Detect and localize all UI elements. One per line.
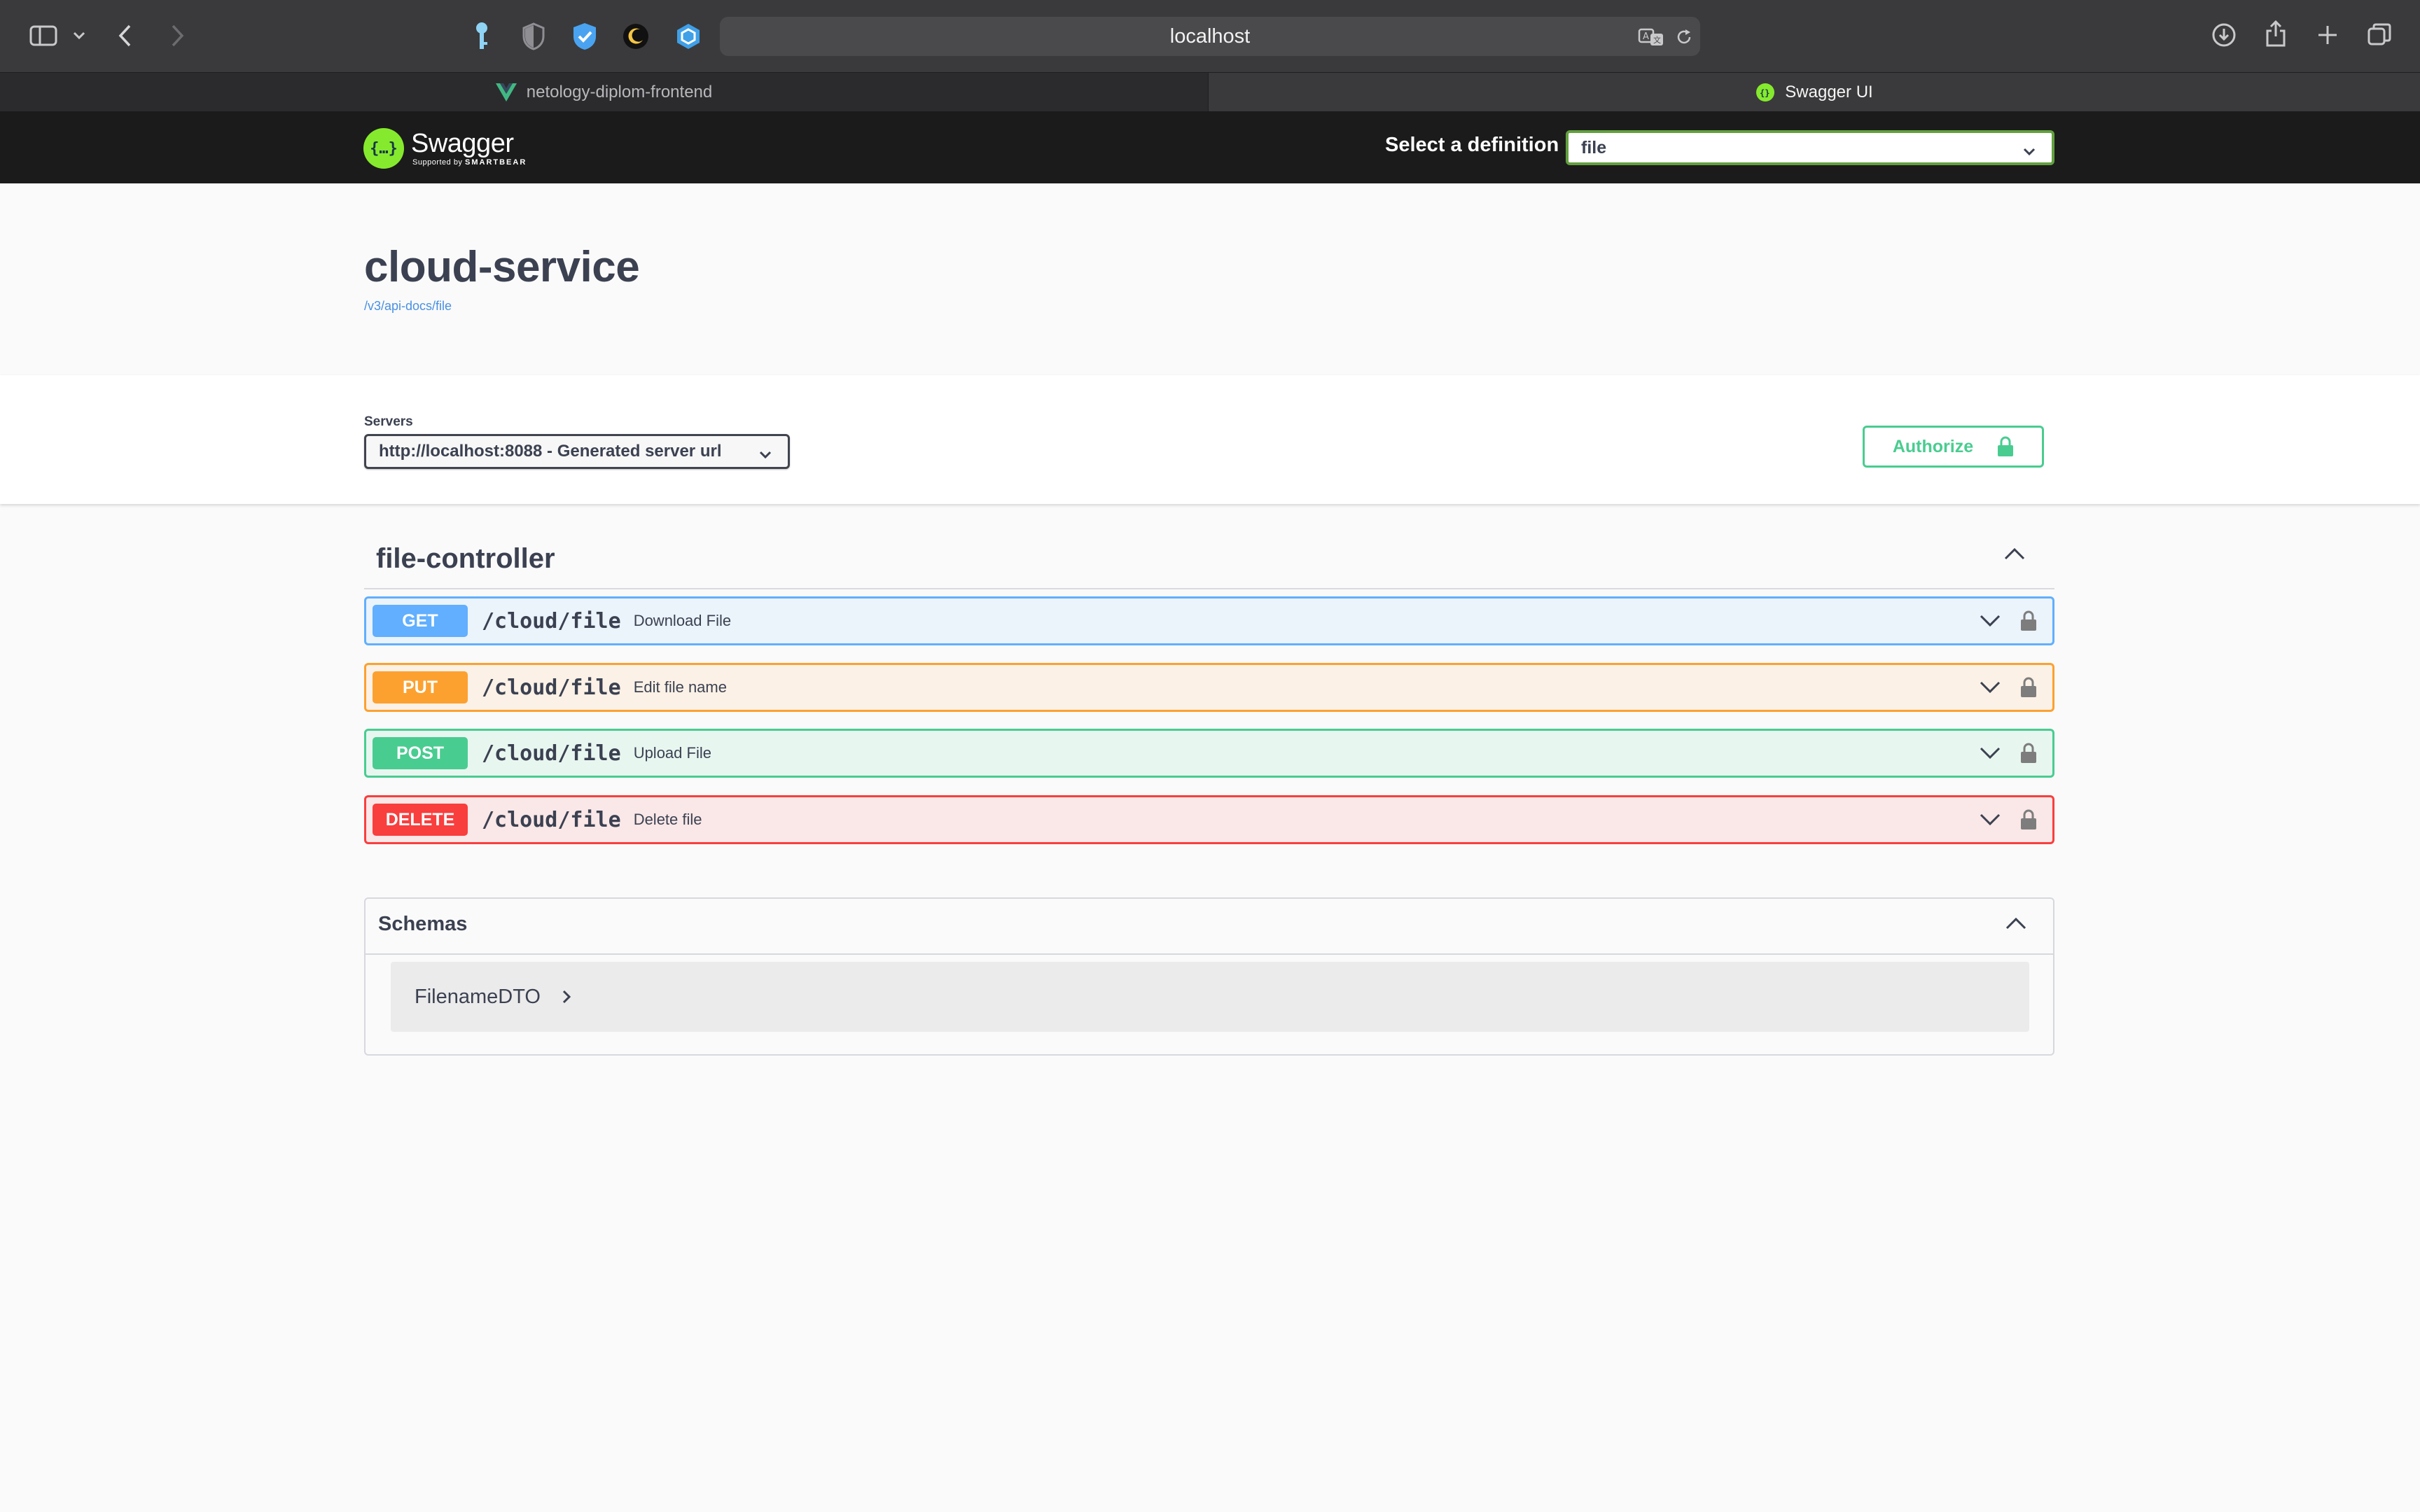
method-badge: DELETE (373, 804, 468, 836)
operation-path: /cloud/file (482, 608, 621, 634)
share-icon[interactable] (2263, 18, 2288, 49)
tab-netology-frontend[interactable]: netology-diplom-frontend (0, 73, 1208, 112)
chevron-down-icon[interactable] (1978, 612, 2002, 631)
lock-icon[interactable] (2020, 808, 2037, 834)
tab-swagger-ui[interactable]: {} Swagger UI (1208, 73, 2420, 112)
schema-name: FilenameDTO (415, 985, 541, 1008)
svg-text:文: 文 (1653, 35, 1661, 45)
dark-mode-extension-icon[interactable] (620, 21, 651, 52)
authorize-button[interactable]: Authorize (1863, 426, 2044, 468)
reload-icon[interactable] (1674, 27, 1695, 48)
new-tab-icon[interactable] (2315, 22, 2340, 48)
server-value: http://localhost:8088 - Generated server… (379, 442, 722, 461)
lock-icon[interactable] (2020, 610, 2037, 636)
chevron-down-icon[interactable] (1978, 811, 2002, 830)
logo-tagline: Supported by SMARTBEAR (412, 158, 527, 167)
chevron-down-icon[interactable] (1978, 679, 2002, 698)
schema-item-filenamedto[interactable]: FilenameDTO (391, 962, 2029, 1032)
operation-summary: Download File (633, 612, 732, 629)
lock-icon[interactable] (2020, 742, 2037, 768)
hexagon-extension-icon[interactable] (674, 21, 703, 52)
vue-logo-icon (495, 83, 517, 102)
tab-label: Swagger UI (1785, 83, 1873, 102)
method-badge: POST (373, 737, 468, 769)
operation-summary: Upload File (633, 744, 711, 762)
operation-path: /cloud/file (482, 807, 621, 832)
chevron-up-icon[interactable] (2004, 916, 2028, 934)
scheme-container: Servers http://localhost:8088 - Generate… (0, 375, 2420, 504)
tag-header-file-controller[interactable]: file-controller (364, 531, 2054, 589)
schemas-title: Schemas (378, 913, 468, 935)
servers-label: Servers (364, 414, 413, 429)
operation-summary: Edit file name (633, 678, 727, 696)
shield-extension-icon[interactable] (520, 21, 548, 52)
operation-summary: Delete file (633, 811, 702, 828)
lock-open-icon (1997, 436, 2014, 457)
chevron-right-icon[interactable] (562, 989, 571, 1004)
tab-bar: netology-diplom-frontend {} Swagger UI (0, 72, 2420, 112)
opblock-get[interactable]: GET /cloud/file Download File (364, 596, 2054, 645)
page-title: cloud-service (364, 243, 640, 291)
sidebar-toggle-icon[interactable] (28, 24, 59, 48)
swagger-logo-icon: {…} (363, 128, 404, 169)
forward-icon[interactable] (167, 22, 188, 49)
definition-select[interactable]: file (1566, 130, 2054, 165)
opblock-put[interactable]: PUT /cloud/file Edit file name (364, 663, 2054, 712)
spec-url-link[interactable]: /v3/api-docs/file (364, 299, 452, 314)
tab-label: netology-diplom-frontend (526, 83, 713, 102)
opblock-post[interactable]: POST /cloud/file Upload File (364, 729, 2054, 778)
swagger-topbar: {…} Swagger Supported by SMARTBEAR Selec… (0, 111, 2420, 183)
tab-overview-icon[interactable] (2365, 21, 2393, 49)
swagger-favicon-icon: {} (1755, 83, 1775, 102)
definition-value: file (1581, 137, 1607, 158)
servers-select[interactable]: http://localhost:8088 - Generated server… (364, 434, 790, 469)
downloads-icon[interactable] (2210, 21, 2238, 49)
tag-name: file-controller (376, 543, 555, 574)
lock-icon[interactable] (2020, 676, 2037, 702)
key-extension-icon[interactable] (471, 21, 493, 52)
method-badge: GET (373, 605, 468, 637)
schemas-section: Schemas FilenameDTO (364, 897, 2054, 1056)
operation-path: /cloud/file (482, 741, 621, 766)
logo-name: Swagger (411, 129, 514, 158)
authorize-label: Authorize (1892, 436, 1974, 456)
svg-text:{}: {} (1760, 88, 1769, 98)
method-badge: PUT (373, 671, 468, 704)
chevron-down-icon[interactable] (70, 28, 88, 43)
chevron-up-icon[interactable] (2003, 546, 2026, 565)
definition-label: Select a definition (1385, 134, 1559, 156)
shield-check-extension-icon[interactable] (570, 21, 599, 52)
translate-icon[interactable]: A文 (1637, 27, 1665, 48)
address-text: localhost (1169, 24, 1251, 48)
svg-text:A: A (1643, 31, 1649, 42)
schemas-header[interactable]: Schemas (366, 899, 2053, 955)
swagger-logo[interactable]: {…} Swagger Supported by SMARTBEAR (363, 124, 527, 173)
address-bar[interactable]: localhost A文 (720, 17, 1700, 56)
chevron-down-icon (758, 445, 772, 465)
chevron-down-icon[interactable] (1978, 745, 2002, 764)
chevron-down-icon (2022, 141, 2036, 162)
back-icon[interactable] (115, 22, 136, 49)
api-info: cloud-service /v3/api-docs/file (0, 183, 2420, 375)
opblock-delete[interactable]: DELETE /cloud/file Delete file (364, 795, 2054, 844)
operation-path: /cloud/file (482, 675, 621, 700)
browser-toolbar: localhost A文 (0, 0, 2420, 72)
